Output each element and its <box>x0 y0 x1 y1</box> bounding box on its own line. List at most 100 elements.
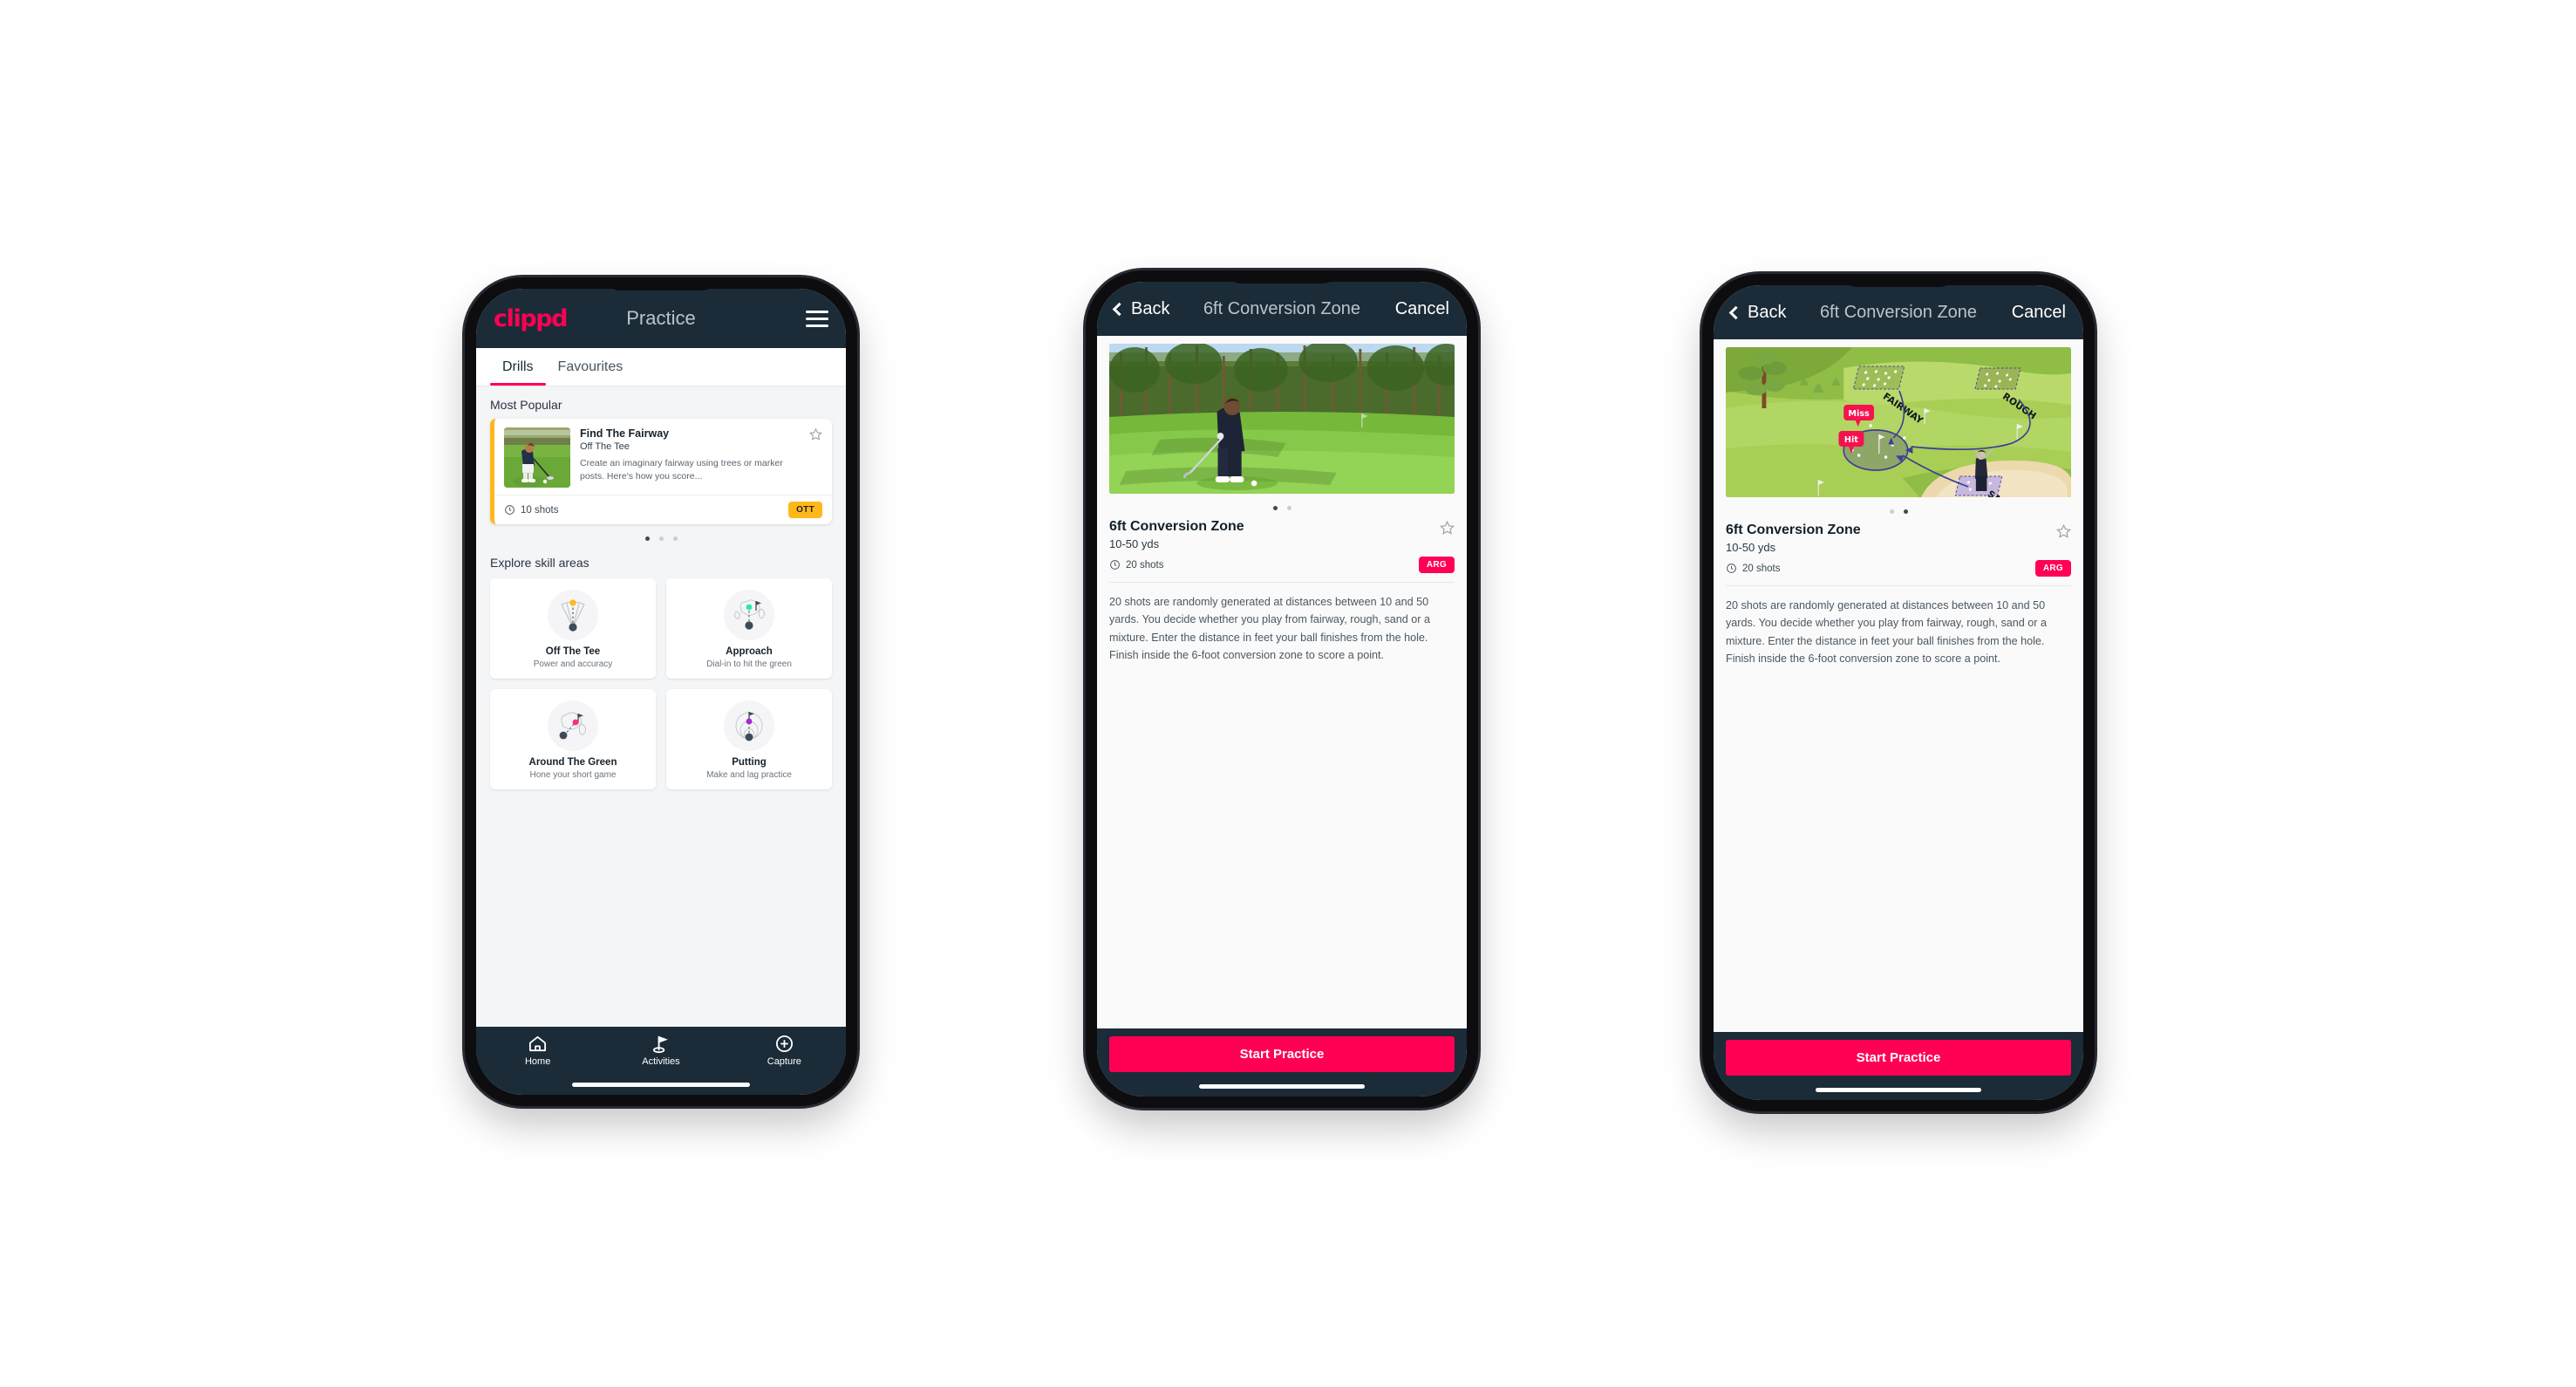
skill-card-title: Putting <box>732 757 767 768</box>
golf-flag-icon <box>653 1035 669 1054</box>
pager-dot[interactable] <box>658 536 664 541</box>
skill-card-approach[interactable]: Approach Dial-in to hit the green <box>666 578 832 679</box>
detail-meta: 20 shots ARG <box>1097 550 1467 573</box>
detail-navbar: Back 6ft Conversion Zone Cancel <box>1714 285 2083 339</box>
drill-subtitle: Off The Tee <box>580 441 630 452</box>
drill-distance: 10-50 yds <box>1109 537 1160 550</box>
tee-dispersion-icon <box>548 590 598 640</box>
drill-shots: 20 shots <box>1109 559 1163 571</box>
plus-circle-icon <box>775 1035 793 1053</box>
skill-card-subtitle: Make and lag practice <box>706 770 792 780</box>
drill-hero-photo[interactable] <box>1109 344 1455 494</box>
app-header: clippd Practice <box>476 289 846 348</box>
detail-scroll-area[interactable]: FAIRWAY ROUGH Miss Hit 6ft Conversion Zo… <box>1714 339 2083 1032</box>
drill-shots-label: 20 shots <box>1742 563 1781 574</box>
clippd-logo[interactable]: clippd <box>494 305 569 332</box>
most-popular-heading: Most Popular <box>490 398 562 412</box>
start-practice-button[interactable]: Start Practice <box>1109 1036 1455 1072</box>
detail-meta: 20 shots ARG <box>1714 554 2083 577</box>
phone-practice-list: clippd Practice Drills Favourites Most P… <box>465 277 857 1106</box>
drill-shots-label: 10 shots <box>521 504 559 516</box>
hero-pager[interactable] <box>1714 497 2083 517</box>
putting-rings-icon <box>724 700 774 751</box>
drill-shots-label: 20 shots <box>1126 559 1164 571</box>
green-approach-icon <box>724 590 774 640</box>
drill-shots: 20 shots <box>1726 563 1780 574</box>
skill-card-putting[interactable]: Putting Make and lag practice <box>666 689 832 789</box>
clock-icon <box>1727 564 1736 573</box>
chevron-left-icon <box>1728 305 1743 319</box>
skill-card-subtitle: Hone your short game <box>529 770 617 780</box>
home-indicator <box>572 1083 750 1087</box>
drill-distance: 10-50 yds <box>1726 541 1776 554</box>
back-button[interactable]: Back <box>1112 298 1170 319</box>
detail-header: 6ft Conversion Zone 10-50 yds <box>1097 514 1467 550</box>
skill-card-subtitle: Dial-in to hit the green <box>706 659 792 669</box>
carousel-pager[interactable] <box>490 524 832 544</box>
chip-around-green-icon <box>548 700 598 751</box>
tab-home[interactable]: Home <box>476 1034 599 1067</box>
practice-scroll-area[interactable]: Most Popular Find The Fairway Off The Te… <box>476 386 846 1027</box>
skill-card-around-the-green[interactable]: Around The Green Hone your short game <box>490 689 656 789</box>
drill-hero-diagram[interactable]: FAIRWAY ROUGH Miss Hit <box>1726 347 2071 497</box>
star-outline-icon[interactable] <box>809 427 822 441</box>
back-label: Back <box>1131 298 1170 318</box>
cta-footer: Start Practice <box>1097 1028 1467 1097</box>
tab-activities-label: Activities <box>642 1056 680 1067</box>
pager-dot[interactable] <box>1889 509 1894 514</box>
skill-card-off-the-tee[interactable]: Off The Tee Power and accuracy <box>490 578 656 679</box>
home-icon <box>529 1035 547 1052</box>
drill-description: 20 shots are randomly generated at dista… <box>1109 596 1430 662</box>
star-outline-icon[interactable] <box>2056 523 2071 538</box>
tab-activities[interactable]: Activities <box>599 1034 722 1067</box>
pager-dot[interactable] <box>644 536 650 541</box>
drill-description: 20 shots are randomly generated at dista… <box>1726 599 2047 666</box>
detail-navbar: Back 6ft Conversion Zone Cancel <box>1097 282 1467 336</box>
drill-description: Create an imaginary fairway using trees … <box>580 458 783 482</box>
drill-card[interactable]: Find The Fairway Off The Tee Create an i… <box>490 419 832 524</box>
svg-text:Hit: Hit <box>1844 435 1858 445</box>
hero-pager[interactable] <box>1097 494 1467 514</box>
tab-capture-label: Capture <box>767 1056 801 1067</box>
drill-title: 6ft Conversion Zone <box>1726 523 1861 537</box>
skill-badge-ott: OTT <box>788 502 822 518</box>
svg-text:Miss: Miss <box>1848 409 1870 419</box>
tab-home-label: Home <box>524 1056 551 1067</box>
skill-card-title: Approach <box>726 646 773 657</box>
chevron-left-icon <box>1112 302 1127 316</box>
pager-dot[interactable] <box>1272 506 1278 510</box>
drills-tabs: Drills Favourites <box>476 348 846 386</box>
back-button[interactable]: Back <box>1728 302 1787 323</box>
most-popular-carousel[interactable]: Find The Fairway Off The Tee Create an i… <box>476 419 846 544</box>
pager-dot[interactable] <box>1286 506 1291 510</box>
detail-scroll-area[interactable]: 6ft Conversion Zone 10-50 yds 20 shots A… <box>1097 336 1467 1028</box>
drill-thumbnail <box>504 427 570 488</box>
start-practice-button[interactable]: Start Practice <box>1726 1040 2071 1076</box>
phone-notch <box>607 277 715 290</box>
back-label: Back <box>1748 302 1787 322</box>
cancel-button[interactable]: Cancel <box>1395 299 1449 319</box>
pager-dot[interactable] <box>1903 509 1908 514</box>
phone-notch <box>1844 274 1952 287</box>
skill-card-subtitle: Power and accuracy <box>533 659 613 669</box>
skill-badge-arg: ARG <box>2034 560 2071 577</box>
skill-card-title: Around The Green <box>528 757 617 768</box>
cancel-button[interactable]: Cancel <box>2012 303 2066 323</box>
tab-favourites[interactable]: Favourites <box>546 348 636 386</box>
home-indicator <box>1815 1088 1982 1092</box>
tab-drills[interactable]: Drills <box>490 348 546 386</box>
phone-notch <box>1228 270 1336 284</box>
skill-card-title: Off The Tee <box>545 646 601 657</box>
pager-dot[interactable] <box>672 536 678 541</box>
hamburger-menu-icon[interactable] <box>806 310 828 327</box>
home-indicator <box>1198 1084 1366 1089</box>
tab-capture[interactable]: Capture <box>723 1034 846 1067</box>
screenshot-stage: clippd Practice Drills Favourites Most P… <box>0 0 2576 1387</box>
clock-icon <box>1110 560 1120 570</box>
phone-drill-detail-diagram: Back 6ft Conversion Zone Cancel FAIRWAY … <box>1702 274 2095 1111</box>
phone-drill-detail-photo: Back 6ft Conversion Zone Cancel 6ft Conv… <box>1086 270 1478 1108</box>
detail-header: 6ft Conversion Zone 10-50 yds <box>1714 517 2083 554</box>
explore-heading: Explore skill areas <box>490 556 589 570</box>
star-outline-icon[interactable] <box>1440 520 1455 535</box>
drill-title: Find The Fairway <box>580 427 670 440</box>
